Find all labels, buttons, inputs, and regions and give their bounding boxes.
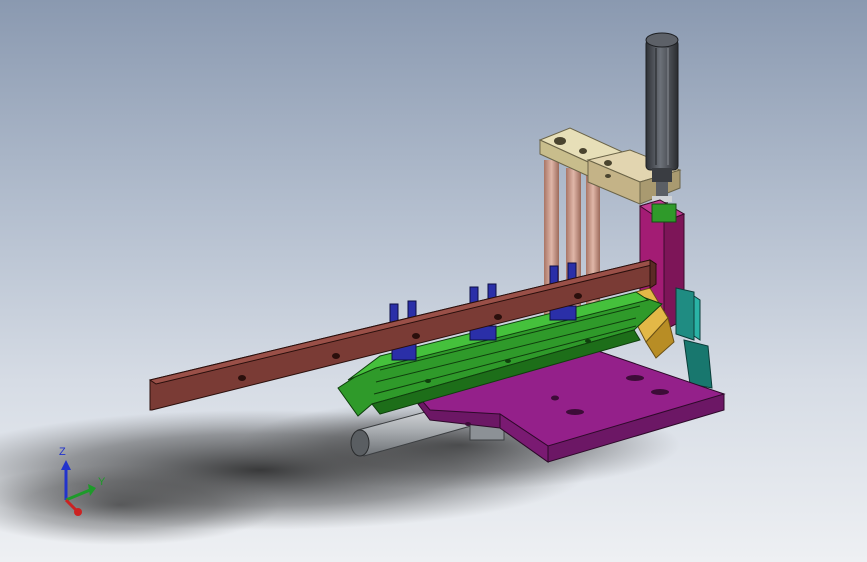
teal-block[interactable] <box>675 287 713 389</box>
triad-y-label: Y <box>98 476 106 488</box>
triad-z-label: Z <box>59 446 66 458</box>
cad-graphics-area[interactable]: Z Y <box>0 0 867 562</box>
x-axis-arrowhead <box>74 508 82 516</box>
assembly-model[interactable] <box>0 0 867 562</box>
